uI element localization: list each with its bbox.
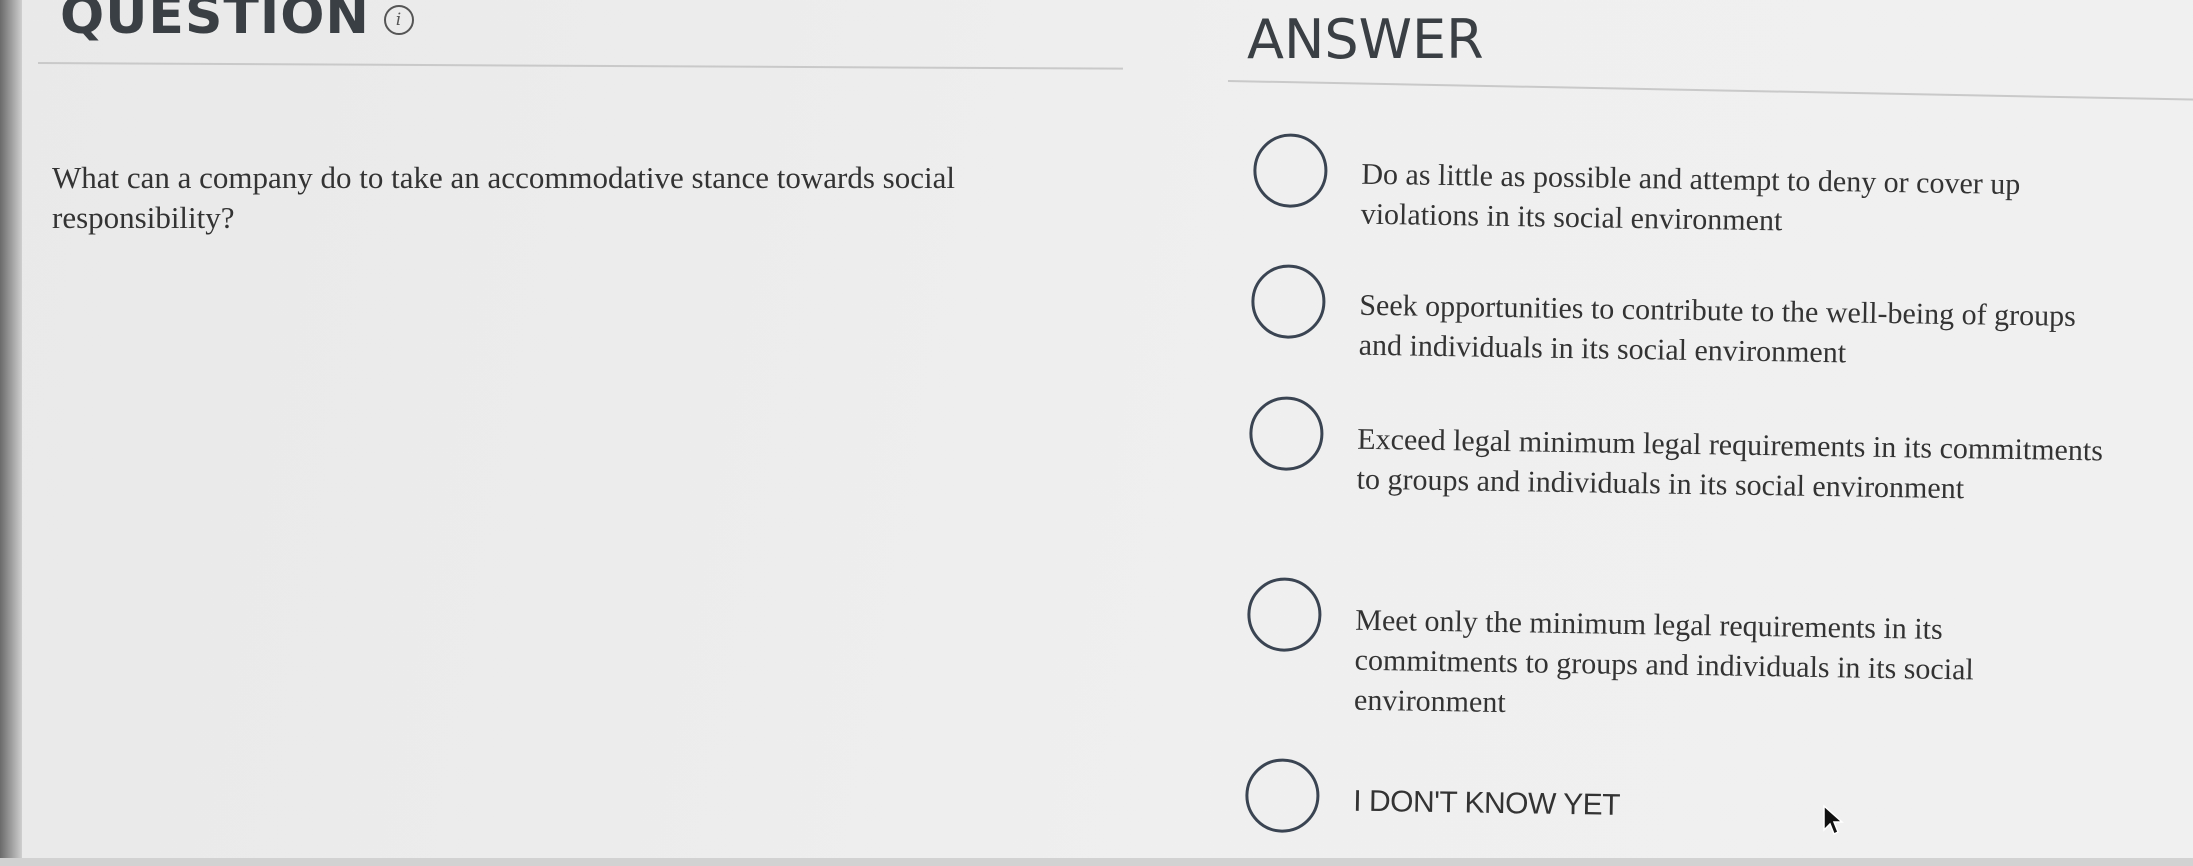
answer-divider [1227,80,2193,101]
radio-empty-icon[interactable] [1250,264,1326,340]
question-divider [37,62,1123,70]
answer-option[interactable]: Meet only the minimum legal requirements… [1246,577,2106,732]
radio-empty-icon[interactable] [1248,396,1324,472]
answer-option-dont-know[interactable]: I DON'T KNOW YET [1244,758,2104,845]
screen-bezel-edge [0,0,22,866]
answer-heading: ANSWER [1247,8,1484,71]
answer-option-label[interactable]: Seek opportunities to contribute to the … [1358,266,2109,378]
mouse-pointer-icon-shape [1823,804,1844,836]
answer-option-label[interactable]: I DON'T KNOW YET [1353,760,2104,834]
answer-option[interactable]: Seek opportunities to contribute to the … [1250,264,2109,377]
info-icon[interactable]: i [383,5,414,35]
question-heading-label: QUESTION [60,0,370,46]
radio-empty-icon[interactable] [1252,133,1328,209]
answer-option-label[interactable]: Meet only the minimum legal requirements… [1354,579,2106,733]
radio-empty-icon[interactable] [1244,758,1320,834]
radio-empty-icon[interactable] [1246,577,1322,653]
answer-option-label[interactable]: Exceed legal minimum legal requirements … [1356,398,2108,512]
question-text: What can a company do to take an accommo… [52,160,955,235]
answer-option-label[interactable]: Do as little as possible and attempt to … [1360,135,2111,247]
screen-bottom-edge [0,858,2193,866]
answer-option[interactable]: Exceed legal minimum legal requirements … [1248,396,2107,511]
question-heading: QUESTION i [60,0,414,46]
answer-option[interactable]: Do as little as possible and attempt to … [1252,133,2111,246]
